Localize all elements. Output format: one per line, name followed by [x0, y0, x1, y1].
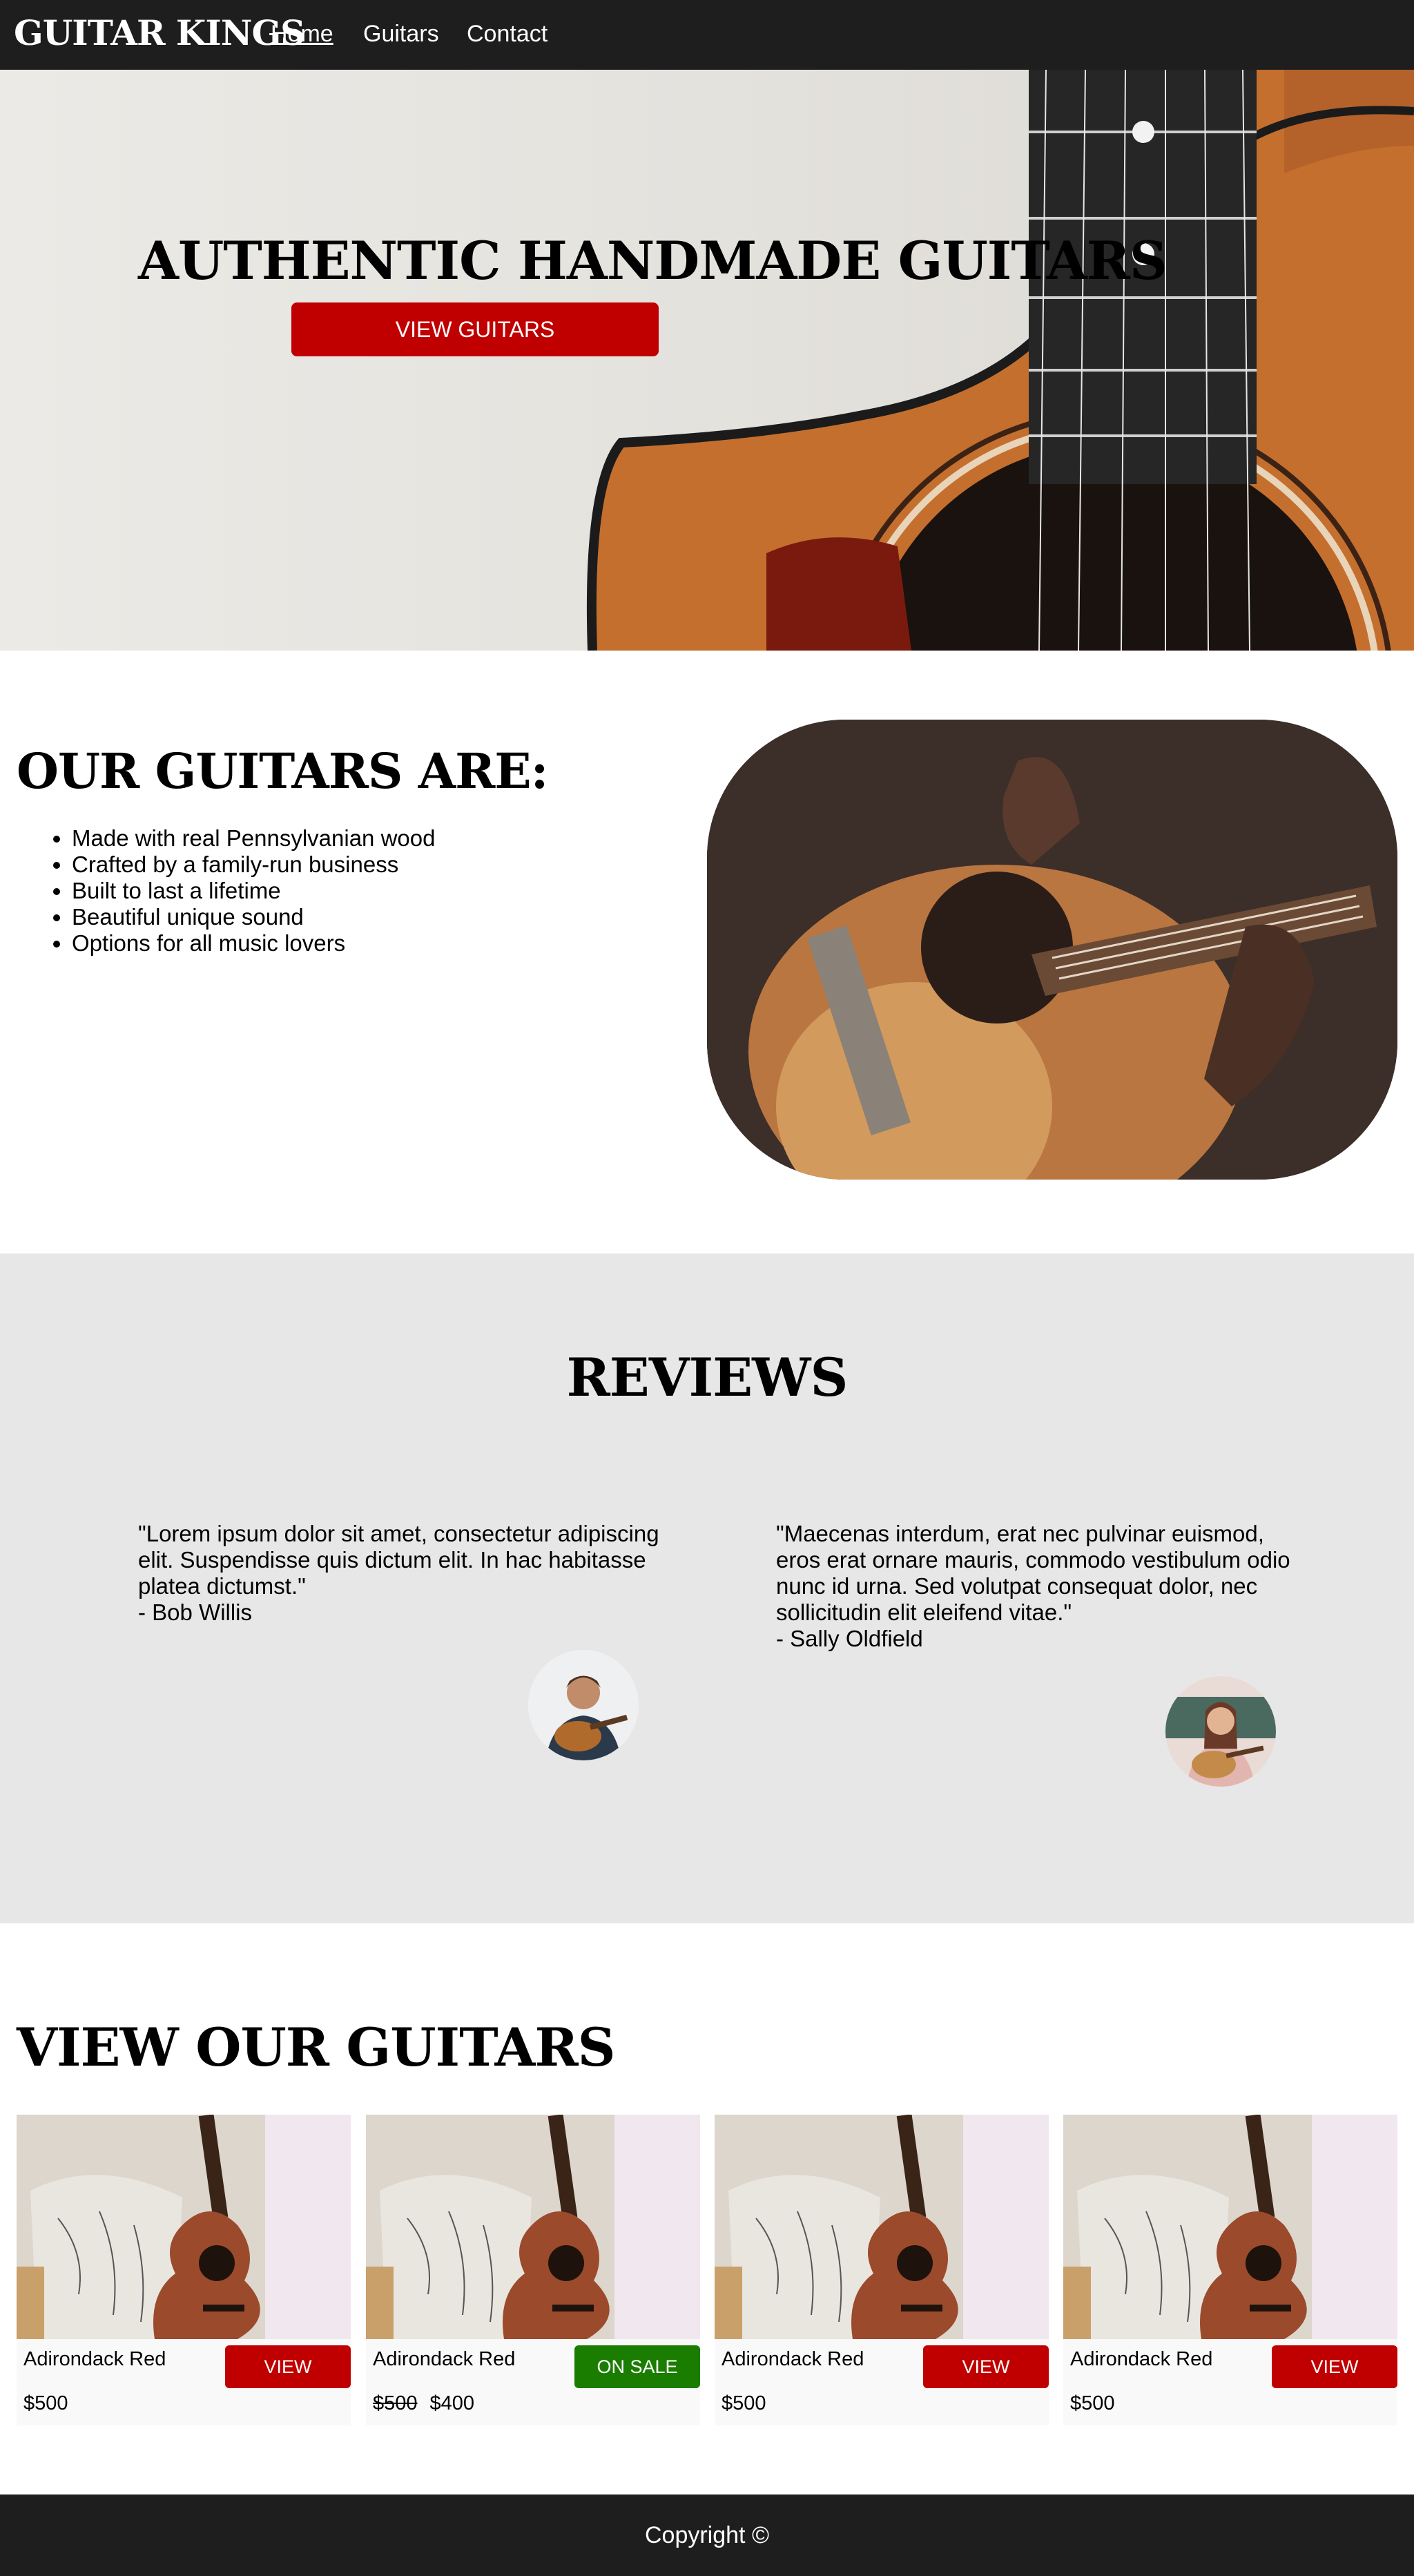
- brand-logo[interactable]: GUITAR KINGS: [14, 12, 305, 53]
- copyright-text: Copyright ©: [644, 2522, 769, 2548]
- feature-item: Options for all music lovers: [72, 930, 435, 957]
- guitar-card: Adirondack Red ON SALE $500 $400: [366, 2115, 700, 2425]
- review-card: "Lorem ipsum dolor sit amet, consectetur…: [138, 1521, 663, 1626]
- hero-banner: AUTHENTIC HANDMADE GUITARS VIEW GUITARS: [0, 70, 1414, 651]
- price-value: $500: [23, 2392, 68, 2414]
- view-guitar-button[interactable]: VIEW: [225, 2345, 351, 2388]
- feature-item: Made with real Pennsylvanian wood: [72, 825, 435, 852]
- nav-link-home[interactable]: Home: [271, 21, 333, 48]
- nav-link-guitars[interactable]: Guitars: [363, 21, 439, 48]
- guitar-card: Adirondack Red VIEW $500: [715, 2115, 1049, 2425]
- guitar-card: Adirondack Red VIEW $500: [1063, 2115, 1397, 2425]
- guitar-player-photo: [707, 720, 1397, 1180]
- reviewer-avatar: [528, 1650, 639, 1760]
- guitar-name: Adirondack Red: [373, 2348, 516, 2370]
- view-guitar-button[interactable]: VIEW: [923, 2345, 1049, 2388]
- guitar-image: [1063, 2115, 1397, 2339]
- guitar-name: Adirondack Red: [1070, 2348, 1213, 2370]
- review-author: - Sally Oldfield: [776, 1626, 923, 1651]
- guitar-price: $500: [23, 2392, 68, 2415]
- guitar-price: $500: [1070, 2392, 1115, 2415]
- feature-item: Beautiful unique sound: [72, 904, 435, 930]
- guitar-image: [366, 2115, 700, 2339]
- guitar-name: Adirondack Red: [23, 2348, 166, 2370]
- price-value: $500: [721, 2392, 766, 2414]
- hero-title: AUTHENTIC HANDMADE GUITARS: [138, 230, 1168, 291]
- footer: Copyright ©: [0, 2495, 1414, 2576]
- guitar-card: Adirondack Red VIEW $500: [17, 2115, 351, 2425]
- old-price: $500: [373, 2392, 418, 2414]
- price-value: $500: [1070, 2392, 1115, 2414]
- review-author: - Bob Willis: [138, 1599, 253, 1625]
- review-quote: "Maecenas interdum, erat nec pulvinar eu…: [776, 1521, 1290, 1625]
- guitar-price: $500 $400: [373, 2392, 474, 2415]
- top-nav: GUITAR KINGS Home Guitars Contact: [0, 0, 1414, 70]
- features-title: OUR GUITARS ARE:: [17, 742, 548, 800]
- on-sale-button[interactable]: ON SALE: [574, 2345, 700, 2388]
- hero-guitar-image: [586, 70, 1414, 651]
- feature-item: Crafted by a family-run business: [72, 852, 435, 878]
- guitar-image: [17, 2115, 351, 2339]
- guitar-price: $500: [721, 2392, 766, 2415]
- reviewer-avatar: [1165, 1676, 1276, 1787]
- price-value: $400: [429, 2392, 475, 2414]
- review-quote: "Lorem ipsum dolor sit amet, consectetur…: [138, 1521, 659, 1599]
- review-card: "Maecenas interdum, erat nec pulvinar eu…: [776, 1521, 1301, 1652]
- guitars-title: VIEW OUR GUITARS: [17, 2017, 615, 2078]
- view-guitars-button[interactable]: VIEW GUITARS: [291, 302, 659, 356]
- reviews-title: REVIEWS: [566, 1347, 849, 1408]
- reviews-section: REVIEWS "Lorem ipsum dolor sit amet, con…: [0, 1253, 1414, 1923]
- guitar-name: Adirondack Red: [721, 2348, 864, 2370]
- nav-link-contact[interactable]: Contact: [467, 21, 548, 48]
- view-guitar-button[interactable]: VIEW: [1272, 2345, 1397, 2388]
- feature-item: Built to last a lifetime: [72, 878, 435, 904]
- guitar-image: [715, 2115, 1049, 2339]
- features-list: Made with real Pennsylvanian wood Crafte…: [41, 825, 435, 957]
